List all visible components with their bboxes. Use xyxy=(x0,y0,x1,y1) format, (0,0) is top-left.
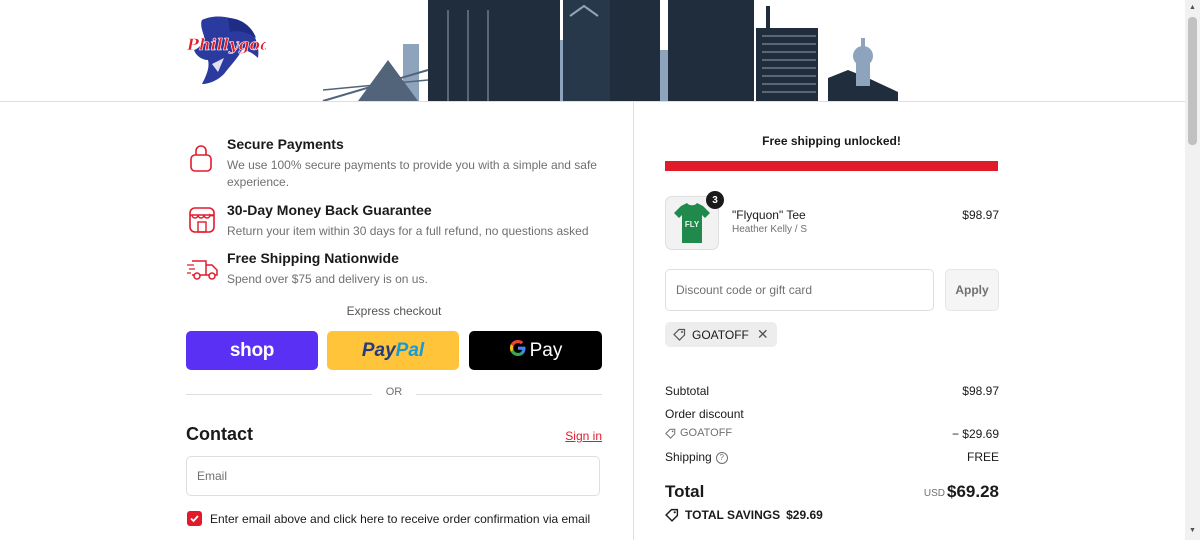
help-circle-icon[interactable]: ? xyxy=(715,451,728,464)
tag-icon xyxy=(673,328,686,341)
email-confirmation-checkbox[interactable] xyxy=(187,511,202,526)
scrollbar-thumb[interactable] xyxy=(1188,17,1197,145)
lock-icon xyxy=(186,143,216,178)
savings-label: TOTAL SAVINGS xyxy=(685,508,781,522)
total-label: Total xyxy=(665,482,705,501)
discount-value: − $29.69 xyxy=(951,427,999,441)
paypal-logo-part: Pal xyxy=(395,339,425,361)
truck-icon xyxy=(186,253,220,288)
scroll-up-arrow-icon[interactable]: ▲ xyxy=(1188,4,1197,11)
goat-logo-icon[interactable]: Phillygoat xyxy=(184,14,279,86)
discount-code-input[interactable] xyxy=(665,269,934,311)
tag-icon xyxy=(665,428,676,439)
trust-description: Return your item within 30 days for a fu… xyxy=(227,224,589,238)
savings-value: $29.69 xyxy=(786,508,823,522)
subtotal-label: Subtotal xyxy=(665,384,710,398)
free-shipping-message: Free shipping unlocked! xyxy=(762,134,901,148)
applied-discount-chip: GOATOFF ✕ xyxy=(665,322,777,347)
svg-text:FLY: FLY xyxy=(685,220,700,229)
product-price: $98.97 xyxy=(962,208,999,222)
product-name: "Flyquon" Tee xyxy=(732,208,806,222)
express-checkout-label: Express checkout xyxy=(346,304,442,318)
shipping-label-text: Shipping xyxy=(665,450,712,464)
trust-description: Spend over $75 and delivery is on us. xyxy=(227,272,428,286)
checkmark-icon xyxy=(190,515,199,523)
subtotal-value: $98.97 xyxy=(962,384,999,398)
checkbox-label[interactable]: Enter email above and click here to rece… xyxy=(210,512,590,526)
divider-line xyxy=(416,394,602,395)
progress-fill xyxy=(665,161,998,171)
order-discount-label: Order discount xyxy=(665,407,744,421)
trust-description: We use 100% secure payments to provide y… xyxy=(227,158,597,189)
tag-icon xyxy=(665,508,679,522)
checkout-form-column: Secure Payments We use 100% secure payme… xyxy=(186,102,602,540)
page-scrollbar[interactable]: ▲ ▼ xyxy=(1185,0,1200,540)
shop-pay-button[interactable]: shop xyxy=(186,331,318,370)
discount-code-row: GOATOFF xyxy=(665,427,732,439)
quantity-badge: 3 xyxy=(706,191,724,209)
email-field[interactable] xyxy=(186,456,600,496)
scroll-down-arrow-icon[interactable]: ▼ xyxy=(1188,527,1197,534)
product-variant: Heather Kelly / S xyxy=(732,224,808,235)
google-pay-button[interactable]: Pay xyxy=(469,331,602,370)
site-header: Phillygoat xyxy=(0,0,1185,102)
order-summary-panel: Free shipping unlocked! FLY 3 "Flyquon" … xyxy=(633,102,1186,540)
google-pay-label: Pay xyxy=(529,339,563,361)
total-value: $69.28 xyxy=(947,482,999,501)
trust-title: 30-Day Money Back Guarantee xyxy=(227,202,432,218)
sign-in-link[interactable]: Sign in xyxy=(565,429,602,443)
total-savings-row: TOTAL SAVINGS $29.69 xyxy=(665,508,823,522)
discount-code-name: GOATOFF xyxy=(680,427,733,439)
free-shipping-progress-bar xyxy=(665,161,998,171)
shipping-value: FREE xyxy=(966,450,999,464)
shipping-label: Shipping? xyxy=(665,450,728,464)
google-g-icon xyxy=(509,339,527,363)
paypal-logo-part: Pay xyxy=(361,339,396,361)
applied-code-label: GOATOFF xyxy=(692,327,749,342)
svg-text:Phillygoat: Phillygoat xyxy=(186,35,266,54)
trust-title: Free Shipping Nationwide xyxy=(227,250,399,266)
paypal-button[interactable]: Pay Pal xyxy=(327,331,459,370)
store-icon xyxy=(186,204,216,239)
trust-title: Secure Payments xyxy=(227,136,344,152)
contact-heading: Contact xyxy=(186,424,253,444)
or-divider: OR xyxy=(186,386,602,402)
city-skyline-image xyxy=(318,0,903,101)
total-currency: USD xyxy=(923,488,945,499)
or-label: OR xyxy=(385,386,403,398)
shop-pay-logo: shop xyxy=(229,339,275,361)
apply-discount-button[interactable]: Apply xyxy=(945,269,999,311)
remove-discount-icon[interactable]: ✕ xyxy=(757,326,769,343)
